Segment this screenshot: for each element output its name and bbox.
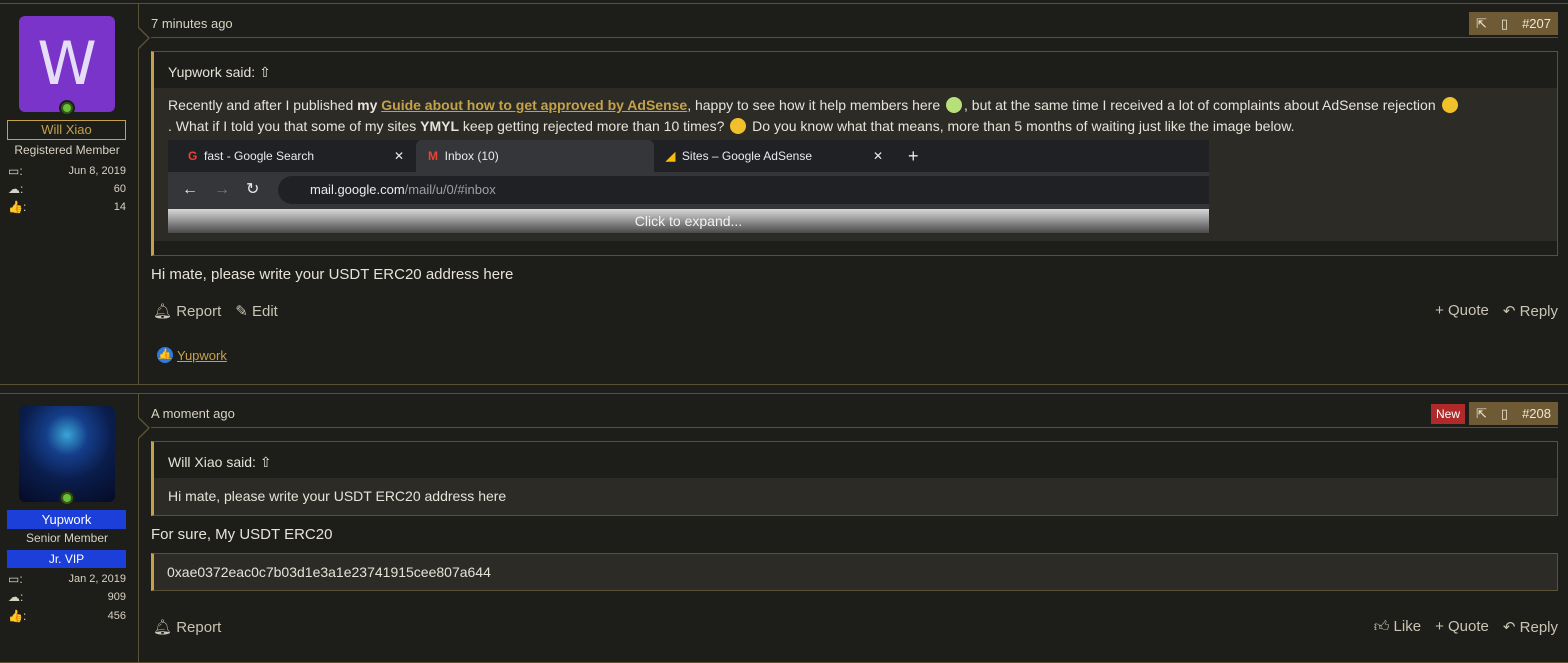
user-title: Registered Member	[14, 143, 120, 157]
tab-google-search: G fast - Google Search	[188, 149, 315, 163]
online-indicator-icon	[59, 100, 75, 116]
quote-block: Yupwork said: ⇧ Recently and after I pub…	[151, 51, 1558, 256]
edit-button[interactable]: ✎ Edit	[235, 302, 278, 320]
thumbs-up-icon: 👍:	[8, 200, 27, 214]
close-icon: ✕	[394, 149, 405, 163]
arrow-up-circle-icon[interactable]: ⇧	[260, 454, 272, 470]
address-block[interactable]: 0xae0372eac0c7b03d1e3a1e23741915cee807a6…	[151, 553, 1558, 591]
user-info: W Will Xiao Registered Member ▭: Jun 8, …	[0, 4, 150, 384]
quote-author[interactable]: Will Xiao said: ⇧	[154, 442, 1557, 478]
like-button[interactable]: 👍︎ Like	[1374, 618, 1421, 636]
reactions-stat: 👍: 14	[8, 200, 126, 214]
thumbs-up-icon: 👍:	[8, 609, 27, 623]
post-date[interactable]: A moment ago	[151, 406, 235, 421]
quote-button[interactable]: + Quote	[1435, 302, 1489, 320]
wink-emoji-icon	[730, 118, 747, 134]
post-date[interactable]: 7 minutes ago	[151, 16, 233, 31]
messages-icon: ☁:	[8, 590, 24, 604]
avatar[interactable]	[19, 406, 115, 502]
username[interactable]: Yupwork	[7, 510, 126, 529]
avatar[interactable]: W	[19, 16, 115, 112]
post-number[interactable]: #208	[1515, 402, 1558, 425]
guide-link[interactable]: Guide about how to get approved by AdSen…	[381, 97, 687, 113]
user-info: Yupwork Senior Member Jr. VIP ▭: Jan 2, …	[0, 394, 150, 662]
tab-adsense: ◢ Sites – Google AdSense	[666, 149, 812, 163]
user-title: Senior Member	[25, 531, 109, 545]
google-icon: G	[188, 149, 198, 163]
report-button[interactable]: 🔔︎ Report	[153, 618, 221, 636]
sad-emoji-icon	[1441, 97, 1458, 113]
reload-icon: ↻	[246, 181, 260, 198]
new-badge: New	[1431, 404, 1466, 424]
close-icon: ✕	[873, 149, 884, 163]
post-number[interactable]: #207	[1515, 12, 1558, 35]
report-button[interactable]: 🔔︎ Report	[153, 302, 221, 320]
click-to-expand[interactable]: Click to expand...	[168, 211, 1209, 232]
screenshot-image[interactable]: G fast - Google Search ✕ M Inbox (10) ◢ …	[168, 140, 1209, 233]
bookmark-icon[interactable]: ▯	[1493, 402, 1516, 425]
joined-stat: ▭: Jun 8, 2019	[8, 164, 126, 178]
quote-author[interactable]: Yupwork said: ⇧	[154, 52, 1557, 88]
vip-badge: Jr. VIP	[7, 550, 126, 568]
back-icon: ←	[182, 181, 198, 198]
messages-stat: ☁: 909	[8, 590, 126, 604]
messages-icon: ☁:	[8, 182, 24, 196]
post-208: Yupwork Senior Member Jr. VIP ▭: Jan 2, …	[0, 393, 1568, 663]
post-body: For sure, My USDT ERC20	[151, 526, 333, 543]
quote-content: Recently and after I published my Guide …	[154, 88, 1557, 241]
adsense-icon: ◢	[666, 149, 676, 163]
forward-icon: →	[214, 181, 230, 198]
quote-block: Will Xiao said: ⇧ Hi mate, please write …	[151, 441, 1558, 516]
share-icon[interactable]: ⇱	[1469, 12, 1494, 35]
quote-content: Hi mate, please write your USDT ERC20 ad…	[154, 478, 1557, 515]
tab-inbox: M Inbox (10)	[416, 140, 654, 172]
gmail-icon: M	[428, 149, 438, 163]
reactions-list[interactable]: 👍 Yupwork	[157, 347, 227, 363]
reply-button[interactable]: ↶ Reply	[1503, 302, 1558, 320]
url-field: mail.google.com/mail/u/0/#inbox	[278, 176, 1209, 204]
share-icon[interactable]: ⇱	[1469, 402, 1494, 425]
post-body: Hi mate, please write your USDT ERC20 ad…	[151, 266, 514, 283]
online-indicator-icon	[59, 490, 75, 506]
bookmark-icon[interactable]: ▯	[1493, 12, 1516, 35]
calendar-icon: ▭:	[8, 164, 23, 178]
post-207: W Will Xiao Registered Member ▭: Jun 8, …	[0, 3, 1568, 385]
arrow-up-circle-icon[interactable]: ⇧	[259, 64, 271, 80]
like-reaction-icon: 👍	[157, 347, 173, 363]
post-actions: ⇱ ▯ #207	[1469, 12, 1558, 35]
quote-button[interactable]: + Quote	[1435, 618, 1489, 636]
joined-stat: ▭: Jan 2, 2019	[8, 572, 126, 586]
reactions-stat: 👍: 456	[8, 609, 126, 623]
grin-emoji-icon	[946, 97, 963, 113]
calendar-icon: ▭:	[8, 572, 23, 586]
post-actions: New ⇱ ▯ #208	[1431, 402, 1558, 425]
reply-button[interactable]: ↶ Reply	[1503, 618, 1558, 636]
username[interactable]: Will Xiao	[7, 120, 126, 140]
new-tab-icon: +	[908, 146, 919, 166]
messages-stat: ☁: 60	[8, 182, 126, 196]
